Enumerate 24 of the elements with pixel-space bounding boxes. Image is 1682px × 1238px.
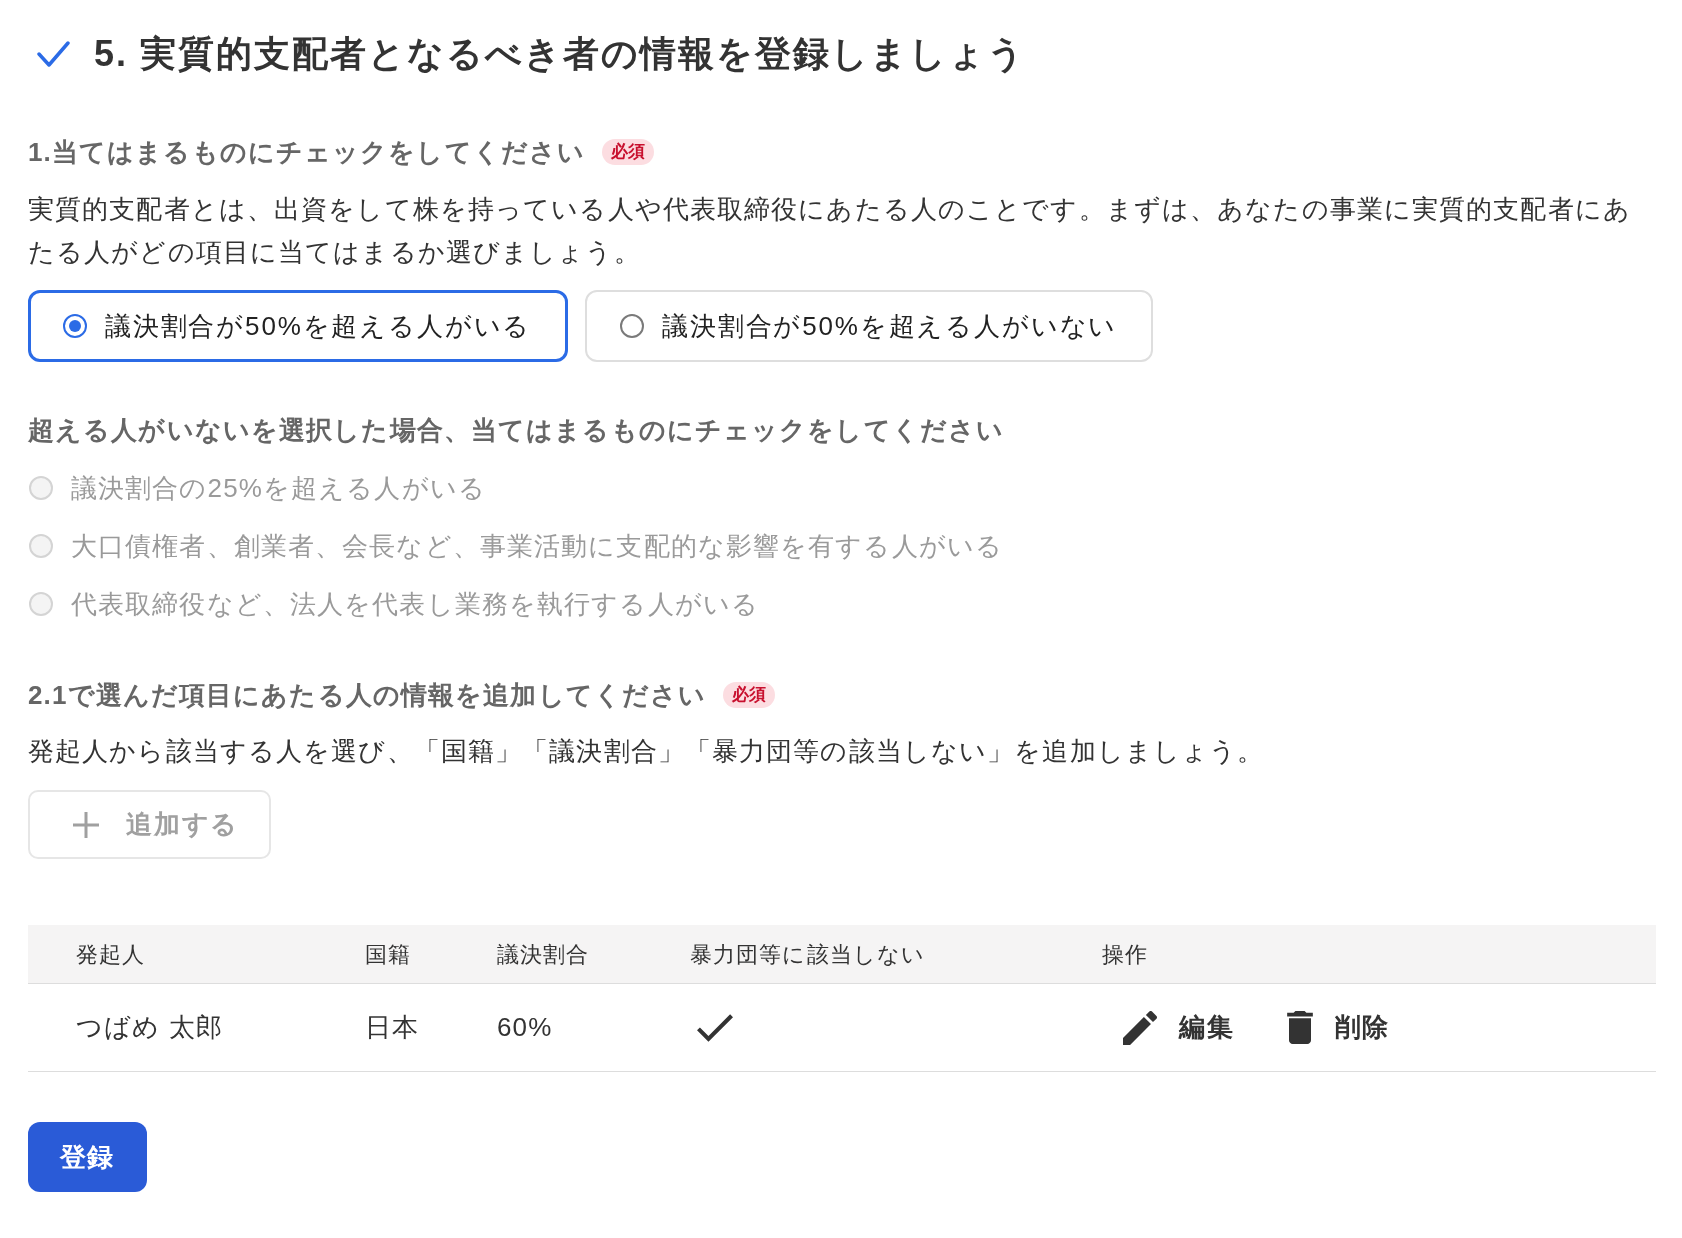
section-label: 1.当てはまるものにチェックをしてください [28, 136, 586, 169]
submit-button[interactable]: 登録 [28, 1122, 147, 1192]
section-label: 超える人がいないを選択した場合、当てはまるものにチェックをしてください [28, 414, 1005, 447]
table-cell-text: 日本 [365, 1011, 420, 1044]
table-cell-text: つばめ 太郎 [76, 1011, 223, 1044]
required-badge: 必須 [602, 139, 655, 165]
table-cell-text: 60% [497, 1011, 553, 1044]
column-header: 発起人 [76, 940, 146, 969]
description-text: 発起人から該当する人を選び、「国籍」「議決割合」「暴力団等の該当しない」を追加しましょう。 [28, 735, 1266, 768]
edit-button[interactable]: 編集 [1123, 1008, 1235, 1047]
pencil-icon [1123, 1010, 1157, 1045]
column-header: 操作 [1102, 940, 1149, 969]
radio-card[interactable]: 議決割合が50%を超える人がいる [28, 290, 569, 362]
delete-button[interactable]: 削除 [1286, 1008, 1391, 1047]
column-header: 議決割合 [497, 940, 590, 969]
plus-icon [72, 810, 100, 839]
section-label: 2.1で選んだ項目にあたる人の情報を追加してください [28, 679, 707, 712]
required-badge: 必須 [723, 682, 776, 708]
page-title: 5. 実質的支配者となるべき者の情報を登録しましょう [94, 32, 1026, 76]
trash-icon [1286, 1011, 1313, 1044]
description-text: 実質的支配者とは、出資をして株を持っている人や代表取締役にあたる人のことです。まずは、あなたの事業に実質的支配者にあたる人がどの項目に当てはまるか選びましょう。 [28, 193, 1632, 269]
radio-card[interactable]: 議決割合が50%を超える人がいない [585, 290, 1154, 362]
column-header: 暴力団等に該当しない [690, 940, 926, 969]
column-header: 国籍 [365, 940, 412, 969]
